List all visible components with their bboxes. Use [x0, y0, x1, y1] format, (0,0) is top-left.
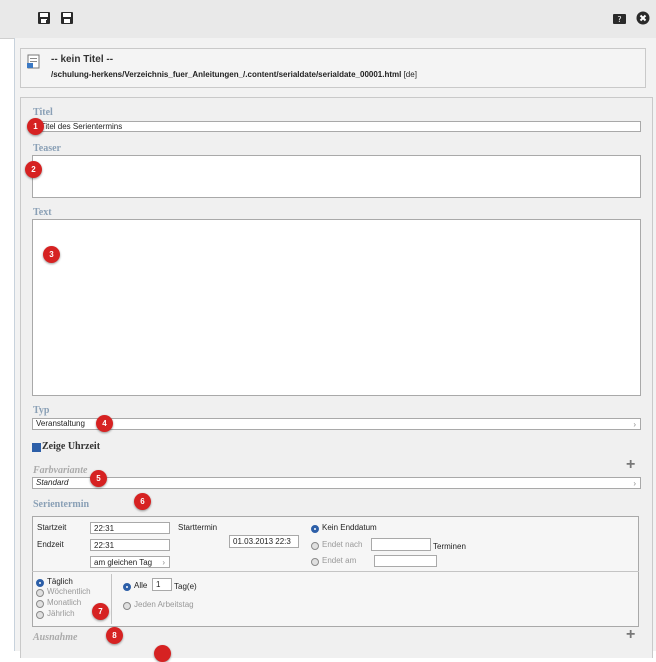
kein-enddatum-radio[interactable] — [311, 525, 319, 533]
typ-select[interactable]: Veranstaltung › — [32, 418, 641, 430]
kein-enddatum-label: Kein Enddatum — [322, 523, 377, 532]
end-day-select[interactable]: am gleichen Tag › — [90, 556, 170, 568]
woechentlich-label: Wöchentlich — [47, 587, 91, 596]
annotation-badge: 5 — [90, 470, 107, 487]
annotation-badge: 7 — [92, 603, 109, 620]
endzeit-label: Endzeit — [37, 540, 64, 549]
resource-path: /schulung-herkens/Verzeichnis_fuer_Anlei… — [51, 70, 402, 79]
jeden-arbeitstag-label: Jeden Arbeitstag — [134, 600, 194, 609]
starttermin-value: 01.03.2013 22:3 — [233, 537, 291, 546]
text-label: Text — [33, 207, 52, 218]
endet-am-input[interactable] — [374, 555, 437, 567]
endet-nach-radio[interactable] — [311, 542, 319, 550]
annotation-badge: 2 — [25, 161, 42, 178]
endet-am-radio[interactable] — [311, 558, 319, 566]
startzeit-input[interactable]: 22:31 — [90, 522, 170, 534]
taeglich-label: Täglich — [47, 577, 73, 586]
pattern-divider — [111, 574, 112, 624]
starttermin-input[interactable]: 01.03.2013 22:3 — [229, 535, 299, 548]
add-farbvariante-icon[interactable]: + — [626, 456, 635, 474]
annotation-badge-partial — [154, 645, 171, 662]
endzeit-value: 22:31 — [94, 541, 115, 550]
select-arrow-icon: › — [633, 420, 636, 429]
select-arrow-icon: › — [162, 558, 165, 567]
save-exit-icon[interactable] — [37, 11, 51, 25]
alle-label: Alle — [134, 581, 148, 590]
typ-value: Veranstaltung — [36, 419, 85, 428]
terminen-label: Terminen — [433, 542, 466, 551]
add-ausnahme-icon[interactable]: + — [626, 626, 635, 644]
locale-tag: [de] — [403, 70, 417, 79]
resource-path-line: /schulung-herkens/Verzeichnis_fuer_Anlei… — [51, 70, 417, 79]
annotation-badge: 4 — [96, 415, 113, 432]
endet-am-label: Endet am — [322, 556, 357, 565]
titel-input[interactable]: r Titel des Serientermins — [32, 121, 641, 132]
jaehrlich-label: Jährlich — [47, 609, 75, 618]
endet-nach-input[interactable] — [371, 538, 431, 551]
editor-toolbar: ? — [0, 0, 656, 39]
woechentlich-radio[interactable] — [36, 589, 44, 597]
taeglich-radio[interactable] — [36, 579, 44, 587]
jeden-arbeitstag-radio[interactable] — [123, 602, 131, 610]
show-time-label: Zeige Uhrzeit — [42, 441, 101, 452]
annotation-badge: 8 — [106, 627, 123, 644]
endzeit-input[interactable]: 22:31 — [90, 539, 170, 551]
jaehrlich-radio[interactable] — [36, 611, 44, 619]
document-icon — [27, 54, 41, 71]
help-icon[interactable]: ? — [613, 12, 627, 26]
serientermin-divider — [32, 571, 639, 572]
farbvariante-label: Farbvariante — [33, 465, 88, 476]
svg-text:?: ? — [617, 15, 621, 24]
alle-input[interactable]: 1 — [152, 578, 172, 591]
close-icon[interactable] — [636, 11, 650, 25]
alle-radio[interactable] — [123, 583, 131, 591]
monatlich-radio[interactable] — [36, 600, 44, 608]
text-editor[interactable] — [32, 219, 641, 396]
titel-label: Titel — [33, 107, 53, 118]
monatlich-label: Monatlich — [47, 598, 82, 607]
alle-value: 1 — [156, 580, 161, 589]
annotation-badge: 3 — [43, 246, 60, 263]
select-arrow-icon: › — [633, 479, 636, 488]
titel-value: r Titel des Serientermins — [36, 122, 123, 131]
farbvariante-value: Standard — [36, 478, 69, 487]
end-day-value: am gleichen Tag — [94, 558, 153, 567]
show-time-checkbox[interactable] — [32, 443, 41, 452]
ausnahme-label: Ausnahme — [33, 632, 78, 643]
resource-header: -- kein Titel -- /schulung-herkens/Verze… — [20, 48, 646, 88]
starttermin-label: Starttermin — [178, 523, 218, 532]
save-icon[interactable] — [60, 11, 74, 25]
startzeit-label: Startzeit — [37, 523, 67, 532]
typ-label: Typ — [33, 405, 50, 416]
resource-title: -- kein Titel -- — [51, 54, 114, 65]
endet-nach-label: Endet nach — [322, 540, 363, 549]
tage-label: Tag(e) — [174, 582, 197, 591]
farbvariante-select[interactable]: Standard › — [32, 477, 641, 489]
teaser-label: Teaser — [33, 143, 61, 154]
serientermin-label: Serientermin — [33, 499, 90, 510]
teaser-textarea[interactable] — [32, 155, 641, 198]
startzeit-value: 22:31 — [94, 524, 115, 533]
annotation-badge: 1 — [27, 118, 44, 135]
annotation-badge: 6 — [134, 493, 151, 510]
